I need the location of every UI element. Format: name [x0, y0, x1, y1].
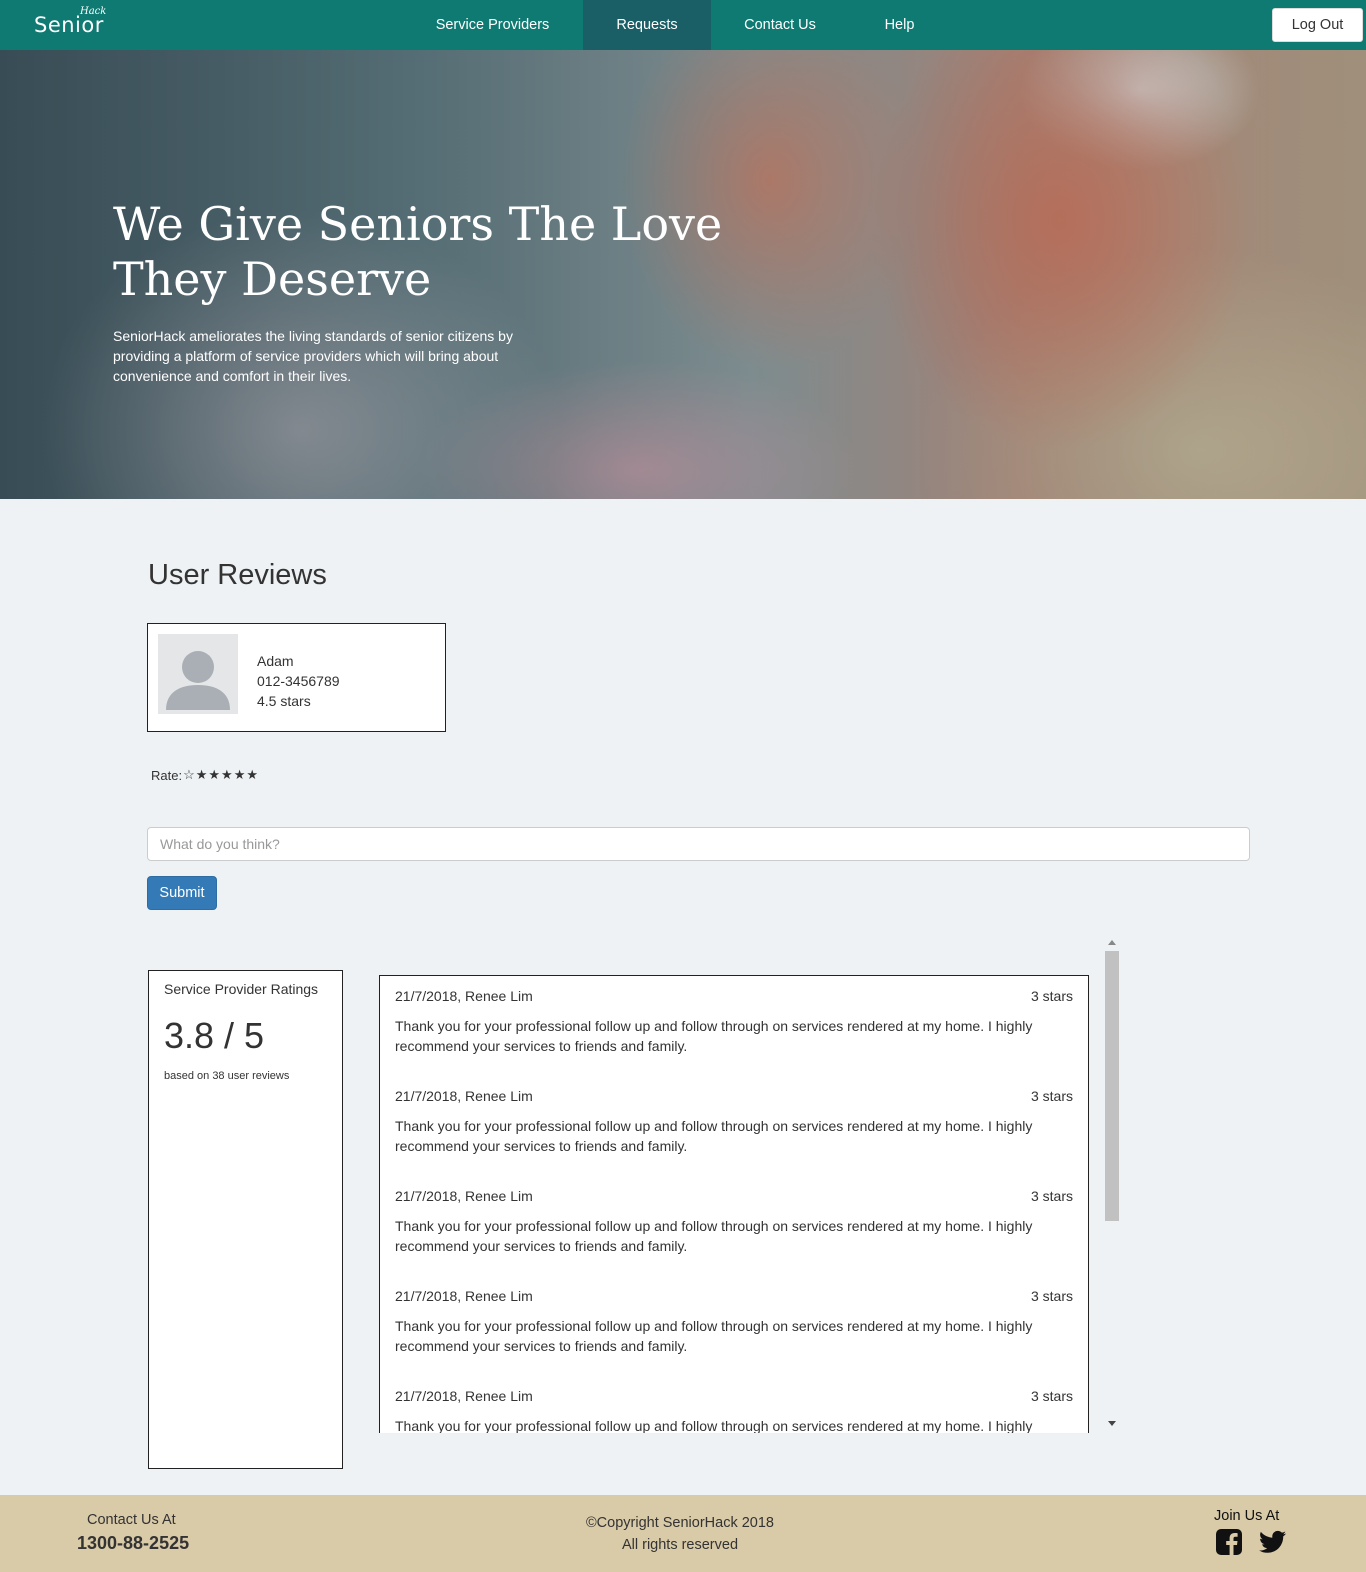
- review-meta: 21/7/2018, Renee Lim: [395, 1288, 533, 1304]
- review-item: 21/7/2018, Renee Lim 3 stars Thank you f…: [380, 1076, 1088, 1176]
- review-text: Thank you for your professional follow u…: [395, 1018, 1033, 1054]
- hero-banner: We Give Seniors The Love They Deserve Se…: [0, 50, 1366, 499]
- ratings-summary: Service Provider Ratings 3.8 / 5 based o…: [148, 970, 343, 1469]
- copyright-text: ©Copyright SeniorHack 2018: [585, 1515, 774, 1531]
- review-text: Thank you for your professional follow u…: [395, 1318, 1033, 1354]
- logo-wordmark: Senior: [34, 13, 104, 37]
- review-stars: 3 stars: [1030, 1388, 1073, 1404]
- review-item: 21/7/2018, Renee Lim 3 stars Thank you f…: [380, 1176, 1088, 1276]
- review-meta: 21/7/2018, Renee Lim: [395, 1188, 533, 1204]
- twitter-icon[interactable]: [1259, 1530, 1286, 1554]
- ratings-score: 3.8 / 5: [164, 1015, 265, 1056]
- review-meta: 21/7/2018, Renee Lim: [395, 988, 533, 1004]
- review-stars: 3 stars: [1030, 1288, 1073, 1304]
- avatar-icon: [158, 634, 238, 714]
- scroll-up-arrow-icon[interactable]: [1108, 940, 1116, 945]
- user-rating: 4.5 stars: [257, 693, 311, 709]
- review-item: 21/7/2018, Renee Lim 3 stars Thank you f…: [380, 976, 1088, 1076]
- review-header: 21/7/2018, Renee Lim 3 stars: [395, 1176, 1073, 1216]
- review-meta: 21/7/2018, Renee Lim: [395, 1088, 533, 1104]
- review-item: 21/7/2018, Renee Lim 3 stars Thank you f…: [380, 1276, 1088, 1376]
- user-card: Adam 012-3456789 4.5 stars: [147, 623, 446, 732]
- comment-input[interactable]: [147, 827, 1250, 861]
- review-stars: 3 stars: [1030, 988, 1073, 1004]
- nav-contact-us[interactable]: Contact Us: [729, 0, 831, 50]
- nav-service-providers[interactable]: Service Providers: [420, 0, 565, 50]
- reviews-scrollbar[interactable]: [1105, 937, 1119, 1433]
- rights-text: All rights reserved: [621, 1537, 739, 1553]
- facebook-icon[interactable]: [1216, 1529, 1242, 1555]
- scrollbar-thumb[interactable]: [1105, 951, 1119, 1221]
- reviews-list[interactable]: 21/7/2018, Renee Lim 3 stars Thank you f…: [379, 975, 1089, 1433]
- user-name: Adam: [257, 653, 294, 669]
- star-filled-icon[interactable]: ★: [196, 767, 208, 783]
- star-outline-icon[interactable]: ☆: [183, 767, 195, 783]
- footer: Contact Us At 1300-88-2525 ©Copyright Se…: [0, 1495, 1366, 1572]
- ratings-count-note: based on 38 user reviews: [164, 1070, 290, 1082]
- scroll-down-arrow-icon[interactable]: [1108, 1421, 1116, 1426]
- footer-contact-label: Contact Us At: [87, 1512, 176, 1528]
- nav-requests[interactable]: Requests: [583, 0, 711, 50]
- star-filled-icon[interactable]: ★: [208, 767, 220, 783]
- top-navbar: Hack Senior Service Providers Requests C…: [0, 0, 1366, 50]
- user-phone: 012-3456789: [257, 673, 340, 689]
- review-meta: 21/7/2018, Renee Lim: [395, 1388, 533, 1404]
- review-text: Thank you for your professional follow u…: [395, 1418, 1033, 1433]
- logout-button[interactable]: Log Out: [1272, 8, 1363, 42]
- user-info: Adam 012-3456789 4.5 stars: [257, 651, 340, 711]
- review-stars: 3 stars: [1030, 1188, 1073, 1204]
- review-stars: 3 stars: [1030, 1088, 1073, 1104]
- submit-button[interactable]: Submit: [147, 876, 217, 910]
- footer-copyright: ©Copyright SeniorHack 2018 All rights re…: [530, 1512, 830, 1556]
- nav-help[interactable]: Help: [866, 0, 933, 50]
- star-filled-icon[interactable]: ★: [221, 767, 233, 783]
- section-title: User Reviews: [148, 559, 327, 591]
- footer-join-label: Join Us At: [1214, 1508, 1280, 1524]
- rate-row: Rate: ☆ ★ ★ ★ ★ ★: [151, 767, 258, 783]
- review-text: Thank you for your professional follow u…: [395, 1118, 1033, 1154]
- review-header: 21/7/2018, Renee Lim 3 stars: [395, 976, 1073, 1016]
- footer-phone: 1300-88-2525: [77, 1533, 190, 1553]
- review-text: Thank you for your professional follow u…: [395, 1218, 1033, 1254]
- rate-label: Rate:: [151, 767, 183, 783]
- review-header: 21/7/2018, Renee Lim 3 stars: [395, 1076, 1073, 1116]
- review-header: 21/7/2018, Renee Lim 3 stars: [395, 1276, 1073, 1316]
- hero-description: SeniorHack ameliorates the living standa…: [113, 328, 513, 384]
- review-item: 21/7/2018, Renee Lim 3 stars Thank you f…: [380, 1376, 1088, 1433]
- star-filled-icon[interactable]: ★: [234, 767, 246, 783]
- review-header: 21/7/2018, Renee Lim 3 stars: [395, 1376, 1073, 1416]
- star-filled-icon[interactable]: ★: [246, 767, 258, 783]
- hero-title: We Give Seniors The Love They Deserve: [113, 197, 723, 306]
- ratings-title: Service Provider Ratings: [164, 981, 319, 997]
